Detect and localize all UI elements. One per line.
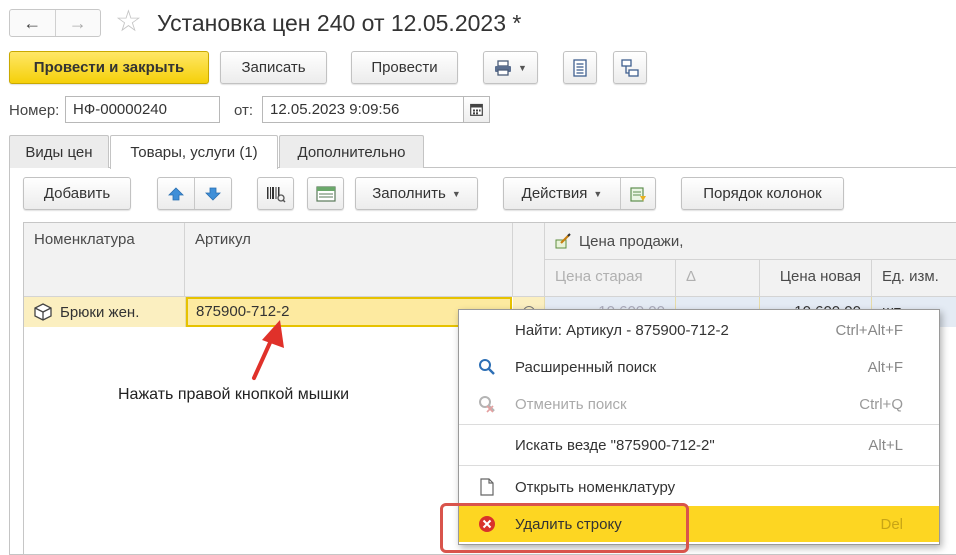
menu-item-label: Найти: Артикул - 875900-712-2 [515, 321, 729, 339]
save-button[interactable]: Записать [220, 51, 327, 84]
favorite-star-icon[interactable]: ☆ [115, 7, 142, 37]
menu-item-search-everywhere[interactable]: Искать везде "875900-712-2" Alt+L [459, 427, 939, 463]
calendar-button[interactable] [463, 96, 490, 123]
menu-item-advanced-search[interactable]: Расширенный поиск Alt+F [459, 349, 939, 385]
menu-item-open-nomenclature[interactable]: Открыть номенклатуру [459, 469, 939, 505]
menu-separator [459, 465, 939, 466]
chevron-down-icon: ▼ [451, 188, 461, 199]
menu-item-shortcut: Del [880, 515, 903, 533]
table-row[interactable]: Брюки жен. [24, 297, 186, 327]
cell-nomenclature: Брюки жен. [60, 303, 140, 321]
tab-additional[interactable]: Дополнительно [279, 135, 424, 168]
sale-price-label: Цена продажи, [579, 232, 684, 250]
column-header-article[interactable]: Артикул [185, 223, 513, 297]
export-sheet-icon [630, 186, 646, 202]
arrow-left-icon: ← [23, 12, 42, 33]
column-header-nomenclature[interactable]: Номенклатура [24, 223, 185, 297]
export-button[interactable] [621, 178, 655, 209]
barcode-icon [266, 186, 286, 203]
actions-button[interactable]: Действия ▼ [504, 178, 620, 209]
chevron-down-icon: ▼ [518, 62, 527, 73]
history-nav: ← → [9, 9, 101, 37]
document-icon [480, 478, 494, 496]
table-select-icon [315, 185, 336, 202]
page-title: Установка цен 240 от 12.05.2023 * [157, 10, 522, 36]
menu-item-find-article[interactable]: Найти: Артикул - 875900-712-2 Ctrl+Alt+F [459, 312, 939, 348]
tab-price-types[interactable]: Виды цен [9, 135, 109, 168]
column-header-unit[interactable]: Ед. изм. [872, 260, 956, 297]
annotation-hint: Нажать правой кнопкой мышки [118, 386, 350, 403]
barcode-search-button[interactable] [257, 177, 294, 210]
number-label: Номер: [9, 102, 60, 119]
menu-separator [459, 424, 939, 425]
back-button[interactable]: ← [10, 10, 55, 36]
fill-button[interactable]: Заполнить ▼ [355, 177, 478, 210]
column-order-button[interactable]: Порядок колонок [681, 177, 844, 210]
arrow-down-icon [205, 187, 221, 201]
annotation-highlight-frame [440, 503, 689, 553]
menu-icon-cell [459, 395, 515, 413]
structure-button[interactable] [613, 51, 647, 84]
arrow-up-icon [168, 186, 184, 200]
selection-button[interactable] [307, 177, 344, 210]
menu-item-shortcut: Ctrl+Q [859, 395, 903, 413]
number-field[interactable]: НФ-00000240 [65, 96, 220, 123]
menu-icon-cell [459, 478, 515, 496]
column-header-sale-price[interactable]: Цена продажи, [545, 223, 956, 260]
post-button[interactable]: Провести [351, 51, 458, 84]
arrow-right-icon: → [68, 12, 87, 33]
column-header-blank [513, 223, 545, 297]
list-document-icon [573, 58, 587, 77]
move-buttons-group [157, 177, 232, 210]
column-header-new-price[interactable]: Цена новая [760, 260, 872, 297]
document-list-button[interactable] [563, 51, 597, 84]
actions-group: Действия ▼ [503, 177, 656, 210]
chevron-down-icon: ▼ [593, 188, 603, 199]
menu-item-shortcut: Alt+L [868, 436, 903, 454]
menu-item-label: Открыть номенклатуру [515, 478, 676, 496]
print-button[interactable]: ▼ [483, 51, 538, 84]
add-row-button[interactable]: Добавить [23, 177, 131, 210]
column-header-old-price[interactable]: Цена старая [545, 260, 676, 297]
printer-icon [495, 59, 512, 76]
date-label: от: [234, 102, 254, 119]
menu-item-shortcut: Ctrl+Alt+F [835, 321, 903, 339]
box-icon [34, 303, 52, 321]
menu-item-cancel-search[interactable]: Отменить поиск Ctrl+Q [459, 386, 939, 422]
menu-item-label: Искать везде "875900-712-2" [515, 436, 715, 454]
menu-icon-cell [459, 358, 515, 376]
column-header-delta[interactable]: Δ [676, 260, 760, 297]
forward-button[interactable]: → [54, 10, 101, 36]
menu-item-label: Отменить поиск [515, 395, 627, 413]
cancel-search-icon [479, 396, 495, 413]
calendar-icon [470, 103, 483, 116]
tab-goods-services[interactable]: Товары, услуги (1) [110, 135, 278, 169]
fill-button-label: Заполнить [372, 185, 446, 202]
actions-button-label: Действия [521, 185, 588, 202]
magnifier-icon [479, 359, 495, 375]
red-arrow-icon [252, 320, 284, 380]
move-up-button[interactable] [158, 178, 194, 209]
menu-item-label: Расширенный поиск [515, 358, 657, 376]
post-and-close-button[interactable]: Провести и закрыть [9, 51, 209, 84]
hierarchy-icon [621, 58, 639, 77]
price-edit-icon [555, 233, 571, 249]
date-field[interactable]: 12.05.2023 9:09:56 [262, 96, 464, 123]
menu-item-shortcut: Alt+F [867, 358, 903, 376]
move-down-button[interactable] [195, 178, 231, 209]
